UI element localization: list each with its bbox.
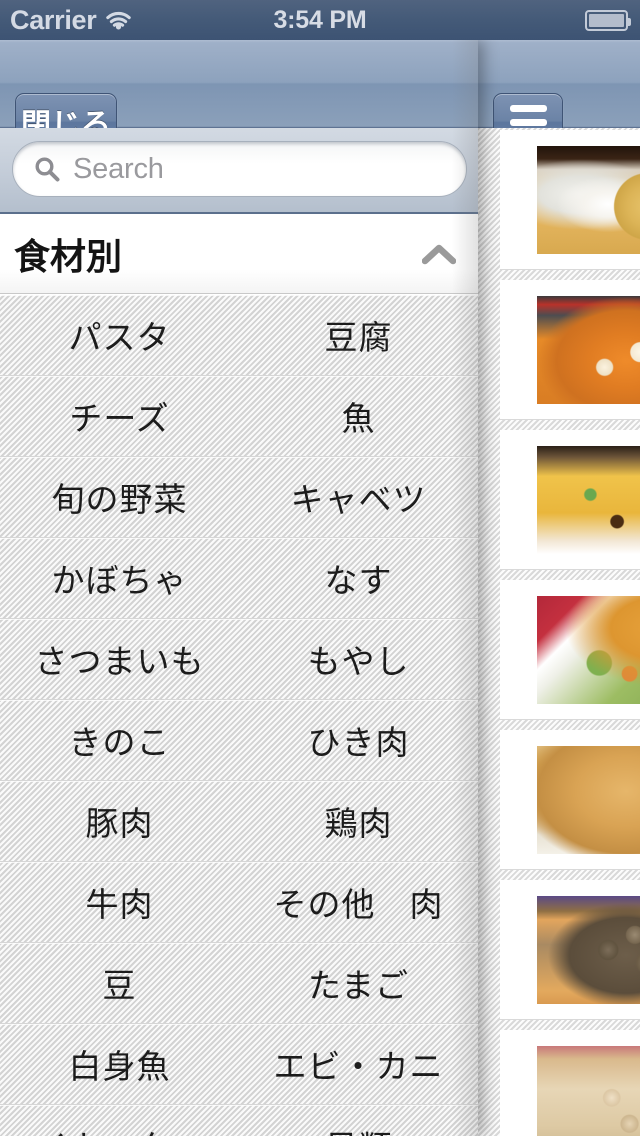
recipe-photo bbox=[537, 596, 640, 704]
ingredient-row: 豆たまご bbox=[0, 943, 478, 1024]
section-title: 食材別 bbox=[14, 235, 123, 277]
clock-label: 3:54 PM bbox=[273, 5, 367, 34]
ingredient-row: チーズ魚 bbox=[0, 376, 478, 457]
recipe-card[interactable] bbox=[500, 1030, 640, 1136]
ingredient-cell[interactable]: キャベツ bbox=[239, 457, 478, 537]
hamburger-icon bbox=[509, 104, 547, 112]
ingredient-cell[interactable]: その他 肉 bbox=[239, 862, 478, 942]
ingredient-row: 牛肉 その他 肉 bbox=[0, 862, 478, 943]
status-bar: Carrier 3:54 PM bbox=[0, 0, 640, 40]
panel-navigation-bar: 閉じる bbox=[0, 40, 478, 151]
ingredient-cell[interactable]: エビ・カニ bbox=[239, 1024, 478, 1104]
ingredient-row: 旬の野菜 キャベツ bbox=[0, 457, 478, 538]
ingredient-row: きのこ ひき肉 bbox=[0, 700, 478, 781]
ingredient-cell[interactable]: かぼちゃ bbox=[0, 538, 239, 618]
slide-out-menu-panel: 閉じる Search 食材別 パスタ 豆腐 チーズ魚旬の野菜 キャベツ かぼちゃ なす さつ… bbox=[0, 40, 478, 1136]
recipe-photo bbox=[537, 746, 640, 854]
recipe-photo bbox=[537, 146, 640, 254]
recipe-card[interactable] bbox=[500, 580, 640, 720]
ingredient-row: さつまいも もやし bbox=[0, 619, 478, 700]
ingredient-row: 白身魚 エビ・カニ bbox=[0, 1024, 478, 1105]
status-bar-right bbox=[585, 0, 631, 40]
ingredient-cell[interactable]: もやし bbox=[239, 619, 478, 699]
ingredient-cell[interactable]: 豆腐 bbox=[239, 295, 478, 375]
recipe-card[interactable] bbox=[500, 730, 640, 870]
ingredient-row: イカ・タコ貝類 bbox=[0, 1105, 478, 1136]
ingredient-cell[interactable]: きのこ bbox=[0, 700, 239, 780]
search-bar-container: Search bbox=[0, 128, 478, 214]
search-input[interactable]: Search bbox=[12, 141, 467, 197]
hamburger-icon-bar-2 bbox=[509, 118, 547, 126]
recipe-card[interactable] bbox=[500, 880, 640, 1020]
ingredient-cell[interactable]: さつまいも bbox=[0, 619, 239, 699]
recipe-photo bbox=[537, 446, 640, 554]
ingredient-grid-list[interactable]: パスタ 豆腐 チーズ魚旬の野菜 キャベツ かぼちゃ なす さつまいも もやし きのこ ひき肉 豚肉鶏… bbox=[0, 295, 478, 1136]
ingredient-cell[interactable]: 貝類 bbox=[239, 1105, 478, 1136]
search-placeholder-text: Search bbox=[73, 152, 164, 185]
ingredient-cell[interactable]: 白身魚 bbox=[0, 1024, 239, 1104]
ingredient-cell[interactable]: 豆 bbox=[0, 943, 239, 1023]
battery-icon bbox=[585, 9, 631, 31]
recipe-photo bbox=[537, 296, 640, 404]
recipe-card[interactable] bbox=[500, 430, 640, 570]
ingredient-row: 豚肉 鶏肉 bbox=[0, 781, 478, 862]
chevron-up-icon[interactable] bbox=[422, 243, 456, 265]
ingredient-row: パスタ 豆腐 bbox=[0, 295, 478, 376]
recipe-photo bbox=[537, 896, 640, 1004]
ingredient-cell[interactable]: 鶏肉 bbox=[239, 781, 478, 861]
ingredient-cell[interactable]: 魚 bbox=[239, 376, 478, 456]
recipe-photo bbox=[537, 1046, 640, 1136]
ingredient-cell[interactable]: なす bbox=[239, 538, 478, 618]
ingredient-cell[interactable]: パスタ bbox=[0, 295, 239, 375]
ingredient-cell[interactable]: 牛肉 bbox=[0, 862, 239, 942]
ingredient-row: かぼちゃ なす bbox=[0, 538, 478, 619]
search-icon bbox=[35, 157, 60, 182]
battery-level-fill bbox=[589, 13, 624, 27]
app-screen: 閉じる Search 食材別 パスタ 豆腐 チーズ魚旬の野菜 キャベツ かぼちゃ なす さつ… bbox=[0, 0, 640, 1136]
recipe-card[interactable] bbox=[500, 280, 640, 420]
ingredient-cell[interactable]: ひき肉 bbox=[239, 700, 478, 780]
ingredient-cell[interactable]: 旬の野菜 bbox=[0, 457, 239, 537]
ingredient-cell[interactable]: イカ・タコ bbox=[0, 1105, 239, 1136]
recipe-card[interactable] bbox=[500, 130, 640, 270]
ingredient-cell[interactable]: チーズ bbox=[0, 376, 239, 456]
section-header-ingredients[interactable]: 食材別 bbox=[0, 214, 478, 294]
ingredient-cell[interactable]: 豚肉 bbox=[0, 781, 239, 861]
ingredient-cell[interactable]: たまご bbox=[239, 943, 478, 1023]
